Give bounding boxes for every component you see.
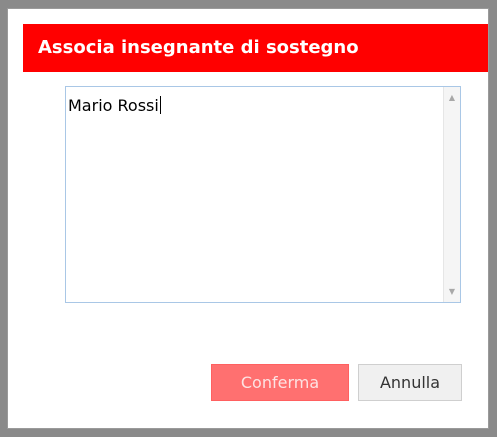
- dialog: Associa insegnante di sostegno Mario Ros…: [7, 8, 489, 429]
- dialog-title: Associa insegnante di sostegno: [23, 24, 488, 72]
- scroll-down-icon[interactable]: ▼: [444, 283, 460, 300]
- cancel-button[interactable]: Annulla: [358, 364, 462, 401]
- textarea-value: Mario Rossi: [68, 96, 159, 115]
- textarea-value-line: Mario Rossi: [68, 96, 161, 115]
- scroll-up-icon[interactable]: ▲: [444, 89, 460, 106]
- text-caret: [159, 96, 161, 114]
- textarea-scrollbar[interactable]: ▲ ▼: [443, 87, 460, 302]
- teacher-textarea[interactable]: Mario Rossi ▲ ▼: [65, 86, 461, 303]
- confirm-button[interactable]: Conferma: [211, 364, 349, 401]
